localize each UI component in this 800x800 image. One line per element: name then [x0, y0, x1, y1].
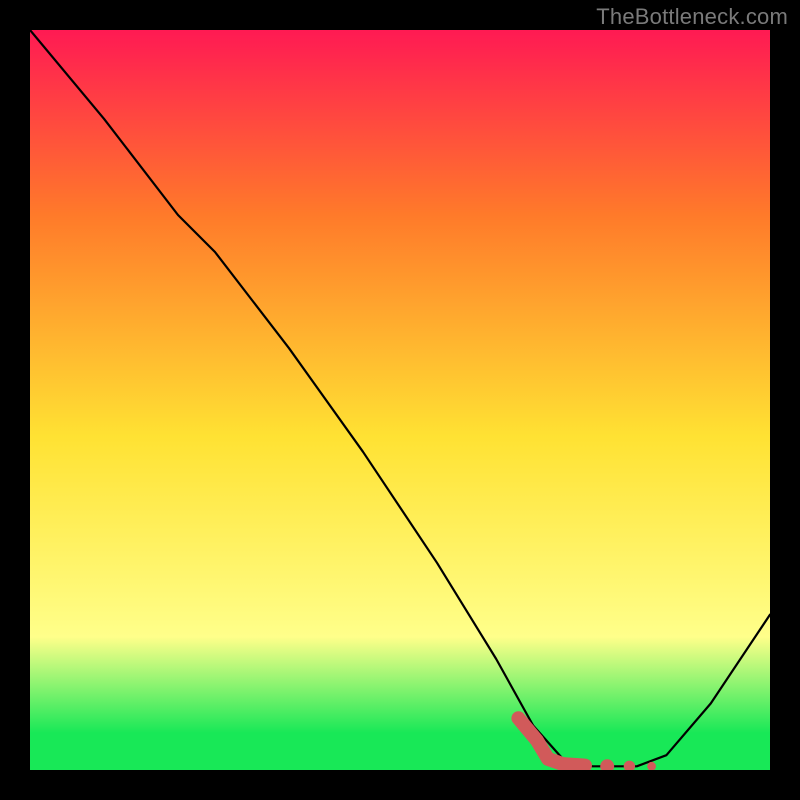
chart-frame: TheBottleneck.com: [0, 0, 800, 800]
plot-area: [30, 30, 770, 770]
watermark-text: TheBottleneck.com: [596, 4, 788, 30]
optimal-thick-segment-2: [563, 764, 585, 765]
bottleneck-chart: [30, 30, 770, 770]
gradient-background: [30, 30, 770, 770]
